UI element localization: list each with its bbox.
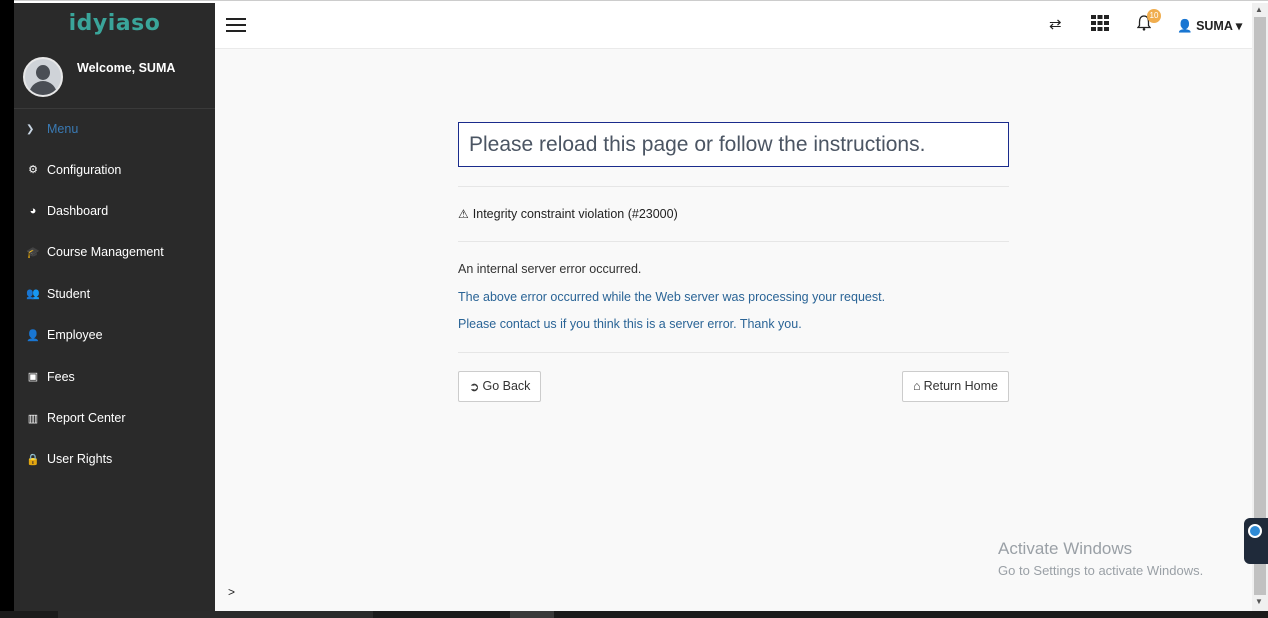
contact-note: Please contact us if you think this is a… xyxy=(458,317,802,331)
gears-icon: ⚙ xyxy=(28,164,38,177)
user-profile: Welcome, SUMA xyxy=(14,43,215,109)
error-title: ⚠ Integrity constraint violation (#23000… xyxy=(458,187,1009,241)
menu-toggle[interactable]: ❯ Menu xyxy=(14,109,215,149)
home-icon: ⌂ xyxy=(913,379,921,393)
sidebar-item-report-center[interactable]: ▥ Report Center xyxy=(14,397,215,438)
error-content: Please reload this page or follow the in… xyxy=(458,122,1009,405)
main-panel: ⇄ 10 👤 SUMA ▾ Please reload this page or… xyxy=(215,3,1252,611)
notification-count-badge: 10 xyxy=(1147,9,1161,23)
watermark-title: Activate Windows xyxy=(998,539,1133,558)
user-name: SUMA xyxy=(1196,19,1233,33)
screen-left-edge xyxy=(0,0,14,618)
sidebar-item-label: Student xyxy=(47,286,91,301)
lock-icon: 🔒 xyxy=(26,453,40,466)
taskbar-item[interactable] xyxy=(510,611,554,618)
sidebar-item-label: Course Management xyxy=(47,245,164,260)
money-icon: ▣ xyxy=(27,371,39,384)
top-navbar: ⇄ 10 👤 SUMA ▾ xyxy=(215,3,1252,49)
app-logo[interactable]: idyiaso xyxy=(14,3,215,43)
scroll-down-arrow-icon[interactable]: ▼ xyxy=(1255,597,1263,606)
sidebar-item-label: Employee xyxy=(47,328,103,343)
translate-icon[interactable]: ⇄ xyxy=(1049,15,1062,33)
sidebar-item-label: Fees xyxy=(47,369,75,384)
sidebar-item-employee[interactable]: 👤 Employee xyxy=(14,315,215,356)
user-menu-dropdown[interactable]: 👤 SUMA ▾ xyxy=(1177,18,1242,34)
return-home-label: Return Home xyxy=(923,379,998,393)
watermark-subtitle: Go to Settings to activate Windows. xyxy=(998,563,1204,578)
apps-grid-icon[interactable] xyxy=(1091,15,1109,35)
welcome-text: Welcome, SUMA xyxy=(77,61,176,75)
console-prompt: > xyxy=(228,585,236,599)
taskbar xyxy=(0,611,1268,618)
hamburger-menu-icon[interactable] xyxy=(226,18,246,32)
remote-support-icon xyxy=(1248,524,1262,538)
graduation-cap-icon: 🎓 xyxy=(26,246,40,259)
sidebar-item-label: Configuration xyxy=(47,162,122,177)
bar-chart-icon: ▥ xyxy=(27,412,39,425)
menu-label: Menu xyxy=(47,122,79,136)
sidebar-item-student[interactable]: 👥 Student xyxy=(14,273,215,314)
sidebar-item-user-rights[interactable]: 🔒 User Rights xyxy=(14,439,215,480)
sidebar: idyiaso Welcome, SUMA ❯ Menu ⚙ Configura… xyxy=(14,3,215,611)
user-icon: 👤 xyxy=(26,329,40,342)
error-title-text: Integrity constraint violation (#23000) xyxy=(472,207,678,221)
return-home-button[interactable]: ⌂ Return Home xyxy=(902,370,1009,402)
taskbar-item[interactable] xyxy=(58,611,373,618)
go-back-label: Go Back xyxy=(482,379,531,393)
chevron-down-icon: ❯ xyxy=(26,123,35,135)
users-icon: 👥 xyxy=(26,288,40,301)
avatar[interactable] xyxy=(23,57,63,97)
warning-icon: ⚠ xyxy=(458,207,469,221)
sidebar-item-label: User Rights xyxy=(47,452,113,467)
go-back-button[interactable]: ➲ Go Back xyxy=(458,370,542,402)
user-icon: 👤 xyxy=(1177,19,1193,33)
windows-activation-watermark: Activate Windows Go to Settings to activ… xyxy=(998,539,1203,578)
remote-support-widget[interactable] xyxy=(1244,518,1268,564)
sidebar-item-label: Report Center xyxy=(47,411,126,426)
error-description: The above error occurred while the Web s… xyxy=(458,289,886,304)
sidebar-item-fees[interactable]: ▣ Fees xyxy=(14,356,215,397)
sidebar-item-course-management[interactable]: 🎓 Course Management xyxy=(14,232,215,273)
error-message: An internal server error occurred. xyxy=(458,262,642,276)
arrow-left-circle-icon: ➲ xyxy=(469,379,480,394)
sidebar-item-dashboard[interactable]: ◕ Dashboard xyxy=(14,190,215,231)
sidebar-item-configuration[interactable]: ⚙ Configuration xyxy=(14,149,215,190)
scroll-up-arrow-icon[interactable]: ▲ xyxy=(1255,5,1263,14)
sidebar-item-label: Dashboard xyxy=(47,204,109,219)
caret-down-icon: ▾ xyxy=(1235,19,1243,33)
action-buttons: ➲ Go Back ⌂ Return Home xyxy=(458,353,1009,405)
scrollbar-thumb[interactable] xyxy=(1254,17,1266,595)
dashboard-icon: ◕ xyxy=(29,205,37,218)
error-headline: Please reload this page or follow the in… xyxy=(458,122,1009,167)
